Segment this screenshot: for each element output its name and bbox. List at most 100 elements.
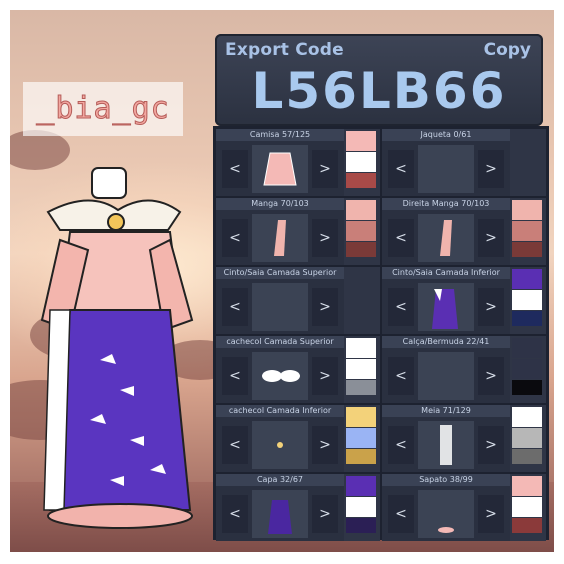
color-swatch[interactable] [512,497,542,517]
outfit-item-card: Camisa 57/125 < > [216,129,380,196]
previous-item-button[interactable]: < [222,288,248,326]
item-selector: < > [216,348,344,403]
color-swatch[interactable] [512,380,542,395]
color-swatches [346,200,376,263]
outfit-item-card: Meia 71/129 < > [382,405,546,472]
item-title: cachecol Camada Superior [216,336,344,348]
color-swatch[interactable] [346,380,376,395]
color-swatch[interactable] [346,221,376,241]
color-swatch[interactable] [512,242,542,257]
previous-item-button[interactable]: < [388,150,414,188]
previous-item-button[interactable]: < [388,219,414,257]
outfit-items-grid: Camisa 57/125 < > Jaqueta 0/61 < > Manga 70/10… [213,126,549,541]
color-swatch[interactable] [346,428,376,448]
color-swatch[interactable] [512,359,542,379]
item-selector: < > [216,417,344,472]
item-title: Manga 70/103 [216,198,344,210]
previous-item-button[interactable]: < [388,357,414,395]
next-item-button[interactable]: > [478,288,504,326]
shoes-shape [47,503,193,529]
next-item-button[interactable]: > [478,426,504,464]
shirt-icon [252,145,308,193]
next-item-button[interactable]: > [478,219,504,257]
color-swatch[interactable] [346,359,376,379]
color-swatch[interactable] [346,131,376,151]
next-item-button[interactable]: > [312,426,338,464]
next-item-button[interactable]: > [312,219,338,257]
item-selector: < > [382,417,510,472]
username-watermark: _bia_gc [23,82,183,136]
color-swatch[interactable] [512,449,542,464]
username-text: _bia_gc [36,91,170,127]
item-title: Meia 71/129 [382,405,510,417]
color-swatches [346,476,376,539]
shoe-icon [418,490,474,538]
item-title: Jaqueta 0/61 [382,129,510,141]
empty-preview [418,352,474,400]
empty-preview [252,283,308,331]
item-title: Calça/Bermuda 22/41 [382,336,510,348]
color-swatches [512,131,542,194]
color-swatch[interactable] [346,338,376,358]
color-swatches [512,269,542,332]
previous-item-button[interactable]: < [222,357,248,395]
color-swatches [512,200,542,263]
previous-item-button[interactable]: < [388,288,414,326]
next-item-button[interactable]: > [478,150,504,188]
outfit-item-card: Direita Manga 70/103 < > [382,198,546,265]
next-item-button[interactable]: > [312,495,338,533]
color-swatch[interactable] [512,269,542,289]
color-swatch[interactable] [512,407,542,427]
next-item-button[interactable]: > [478,495,504,533]
cape-icon [252,490,308,538]
color-swatch[interactable] [346,242,376,257]
color-swatch[interactable] [346,449,376,464]
color-swatch[interactable] [346,173,376,188]
color-swatch[interactable] [512,311,542,326]
item-title: Cinto/Saia Camada Superior [216,267,344,279]
previous-item-button[interactable]: < [388,495,414,533]
sleeve-icon [252,214,308,262]
item-title: cachecol Camada Inferior 67/130 [216,405,344,427]
color-swatch[interactable] [346,518,376,533]
color-swatch[interactable] [512,518,542,533]
item-selector: < > [382,279,510,334]
next-item-button[interactable]: > [478,357,504,395]
item-title: Sapato 38/99 [382,474,510,486]
color-swatch[interactable] [346,497,376,517]
character-head-block [91,167,127,199]
color-swatch[interactable] [512,221,542,241]
next-item-button[interactable]: > [312,288,338,326]
item-title: Camisa 57/125 [216,129,344,141]
color-swatch[interactable] [346,476,376,496]
next-item-button[interactable]: > [312,150,338,188]
screen-frame: _bia_gc Export Code Copy L56LB66 Camisa … [10,10,554,552]
item-selector: < > [216,210,344,265]
item-selector: < > [216,141,344,196]
previous-item-button[interactable]: < [222,219,248,257]
color-swatches [512,476,542,539]
outfit-item-card: cachecol Camada Inferior 67/130<> [216,405,380,472]
item-selector: < > [382,348,510,403]
color-swatch[interactable] [512,290,542,310]
color-swatch[interactable] [512,428,542,448]
copy-button[interactable]: Copy [484,40,531,60]
color-swatches [346,131,376,194]
previous-item-button[interactable]: < [222,426,248,464]
color-swatch[interactable] [512,200,542,220]
item-selector: < > [216,486,344,541]
color-swatch[interactable] [346,200,376,220]
item-title: Direita Manga 70/103 [382,198,510,210]
previous-item-button[interactable]: < [388,426,414,464]
previous-item-button[interactable]: < [222,150,248,188]
outfit-item-card: Jaqueta 0/61 < > [382,129,546,196]
color-swatch[interactable] [512,476,542,496]
color-swatch[interactable] [346,152,376,172]
outfit-item-card: Capa 32/67 < > [216,474,380,541]
outfit-item-card: Cinto/Saia Camada Inferior < > [382,267,546,334]
next-item-button[interactable]: > [312,357,338,395]
color-swatch[interactable] [346,407,376,427]
previous-item-button[interactable]: < [222,495,248,533]
outfit-item-card: Manga 70/103 < > [216,198,380,265]
color-swatch[interactable] [512,338,542,358]
